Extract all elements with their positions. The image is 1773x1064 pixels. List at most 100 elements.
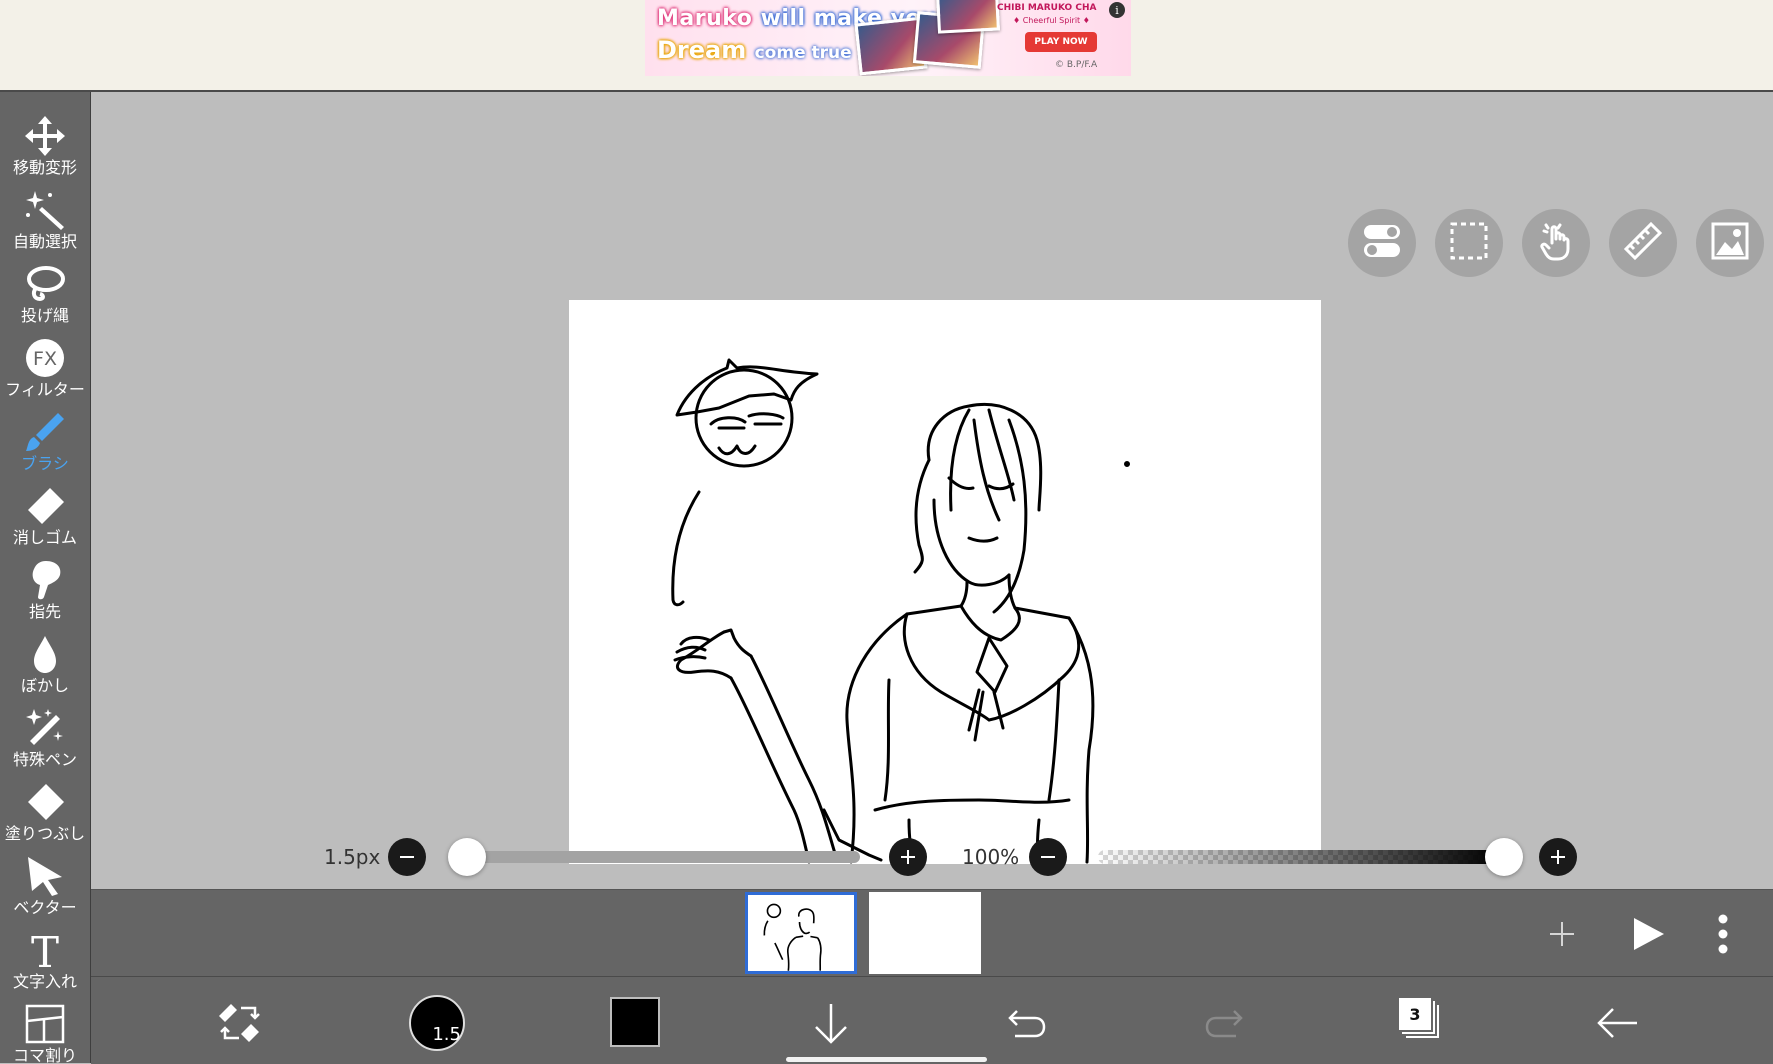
tool-lasso[interactable]: 投げ縄 [0, 262, 90, 336]
opacity-slider[interactable] [1098, 850, 1500, 864]
tool-label: フィルター [5, 380, 85, 399]
ad-banner[interactable]: Maruko will make your Dream come true ! … [645, 0, 1131, 76]
svg-text:FX: FX [33, 348, 57, 370]
save-down-button[interactable] [808, 999, 854, 1047]
selection-button[interactable] [1435, 209, 1503, 277]
tool-special-pen[interactable]: 特殊ペン [0, 706, 90, 780]
tool-sidebar: 移動変形 自動選択 投げ縄 FX フィルター ブラシ 消しゴム 指先 ぼかし 特… [0, 92, 91, 1063]
opacity-increase-button[interactable] [1539, 838, 1577, 876]
tool-filter[interactable]: FX フィルター [0, 336, 90, 410]
brush-size-increase-button[interactable] [889, 838, 927, 876]
brush-size-preview-button[interactable]: 1.5 [409, 995, 465, 1051]
gesture-button[interactable] [1522, 209, 1590, 277]
brush-size-slider[interactable] [464, 851, 860, 863]
image-menu-button[interactable] [1696, 209, 1764, 277]
tool-label: ぼかし [20, 676, 69, 695]
tool-move-transform[interactable]: 移動変形 [0, 114, 90, 188]
minus-icon [1041, 856, 1055, 858]
more-vertical-icon [1718, 914, 1728, 954]
text-icon: T [22, 928, 68, 972]
play-animation-button[interactable] [1623, 910, 1673, 958]
move-transform-icon [22, 114, 68, 158]
frames-more-button[interactable] [1708, 910, 1738, 958]
finger-smudge-icon [22, 558, 68, 602]
ad-info-icon[interactable]: i [1109, 2, 1125, 18]
tool-label: 投げ縄 [20, 306, 69, 325]
opacity-decrease-button[interactable] [1029, 838, 1067, 876]
tool-label: ベクター [13, 898, 77, 917]
tool-blur[interactable]: ぼかし [0, 632, 90, 706]
minus-icon [400, 856, 414, 858]
special-pen-icon [22, 706, 68, 750]
workspace[interactable] [91, 92, 1773, 888]
blur-drop-icon [22, 632, 68, 676]
ruler-icon [1623, 221, 1663, 265]
toggle-switch-icon [1362, 223, 1402, 263]
ad-photo-3 [935, 0, 1001, 34]
fx-filter-icon: FX [22, 336, 68, 380]
ad-text-come-true: come true ! [754, 43, 866, 63]
back-button[interactable] [1595, 1001, 1641, 1045]
eraser-icon [22, 484, 68, 528]
color-picker-button[interactable] [610, 997, 660, 1047]
current-color-swatch [612, 999, 658, 1045]
tool-panel-divide[interactable]: コマ割り [0, 1002, 90, 1063]
opacity-label: 100% [962, 845, 1020, 869]
tool-text[interactable]: T 文字入れ [0, 928, 90, 1002]
ad-copyright: © B.P/F.A [1055, 60, 1098, 70]
brush-swap-button[interactable] [216, 999, 264, 1047]
frame-thumbnail-2[interactable] [869, 892, 981, 974]
frame-thumbnail-1[interactable] [745, 892, 857, 974]
tool-label: コマ割り [12, 1046, 77, 1063]
ad-text-dream: Dream [657, 36, 747, 64]
ad-text-will: will [760, 6, 806, 31]
tool-auto-select[interactable]: 自動選択 [0, 188, 90, 262]
tool-label: 指先 [28, 602, 61, 621]
play-icon [1634, 918, 1664, 950]
sketch-artwork [671, 358, 1130, 864]
image-icon [1711, 222, 1749, 264]
tool-label: 消しゴム [12, 528, 77, 547]
animation-frames-strip [91, 889, 1773, 976]
plus-icon [1550, 922, 1574, 946]
dashed-selection-icon [1450, 222, 1488, 264]
drawing-canvas[interactable] [569, 300, 1321, 864]
vector-arrow-icon [22, 854, 68, 898]
layers-button[interactable]: 3 [1398, 997, 1444, 1045]
tool-label: 文字入れ [12, 972, 77, 991]
ad-subline: Dream come true ! [657, 36, 865, 64]
fill-bucket-icon [22, 780, 68, 824]
ruler-button[interactable] [1609, 209, 1677, 277]
brush-size-decrease-button[interactable] [388, 838, 426, 876]
home-indicator [786, 1057, 987, 1062]
undo-button[interactable] [1004, 1001, 1050, 1045]
layer-toggle-button[interactable] [1348, 209, 1416, 277]
tool-eraser[interactable]: 消しゴム [0, 484, 90, 558]
layers-count: 3 [1409, 1005, 1421, 1024]
ad-play-now-button[interactable]: PLAY NOW [1025, 32, 1097, 52]
ad-banner-bar: Maruko will make your Dream come true ! … [0, 0, 1773, 92]
plus-icon [901, 850, 915, 864]
tool-label: 移動変形 [12, 158, 77, 177]
tool-brush[interactable]: ブラシ [0, 410, 90, 484]
undo-icon [1008, 1010, 1046, 1038]
tool-label: ブラシ [21, 454, 69, 473]
ad-game-title: CHIBI MARUKO CHA [997, 3, 1097, 13]
redo-icon [1205, 1010, 1243, 1038]
hand-touch-icon [1536, 221, 1576, 265]
tool-label: 自動選択 [12, 232, 77, 251]
swap-pen-eraser-icon [219, 1004, 260, 1042]
tool-vector[interactable]: ベクター [0, 854, 90, 928]
add-frame-button[interactable] [1540, 912, 1584, 956]
tool-finger[interactable]: 指先 [0, 558, 90, 632]
ad-text-maruko: Maruko [657, 6, 753, 31]
tool-label: 塗りつぶし [4, 824, 86, 843]
magic-wand-icon [22, 188, 68, 232]
panel-divide-icon [22, 1002, 68, 1046]
opacity-slider-thumb[interactable] [1485, 838, 1523, 876]
brush-size-slider-thumb[interactable] [448, 838, 486, 876]
frame-1-preview [763, 903, 822, 971]
lasso-icon [22, 262, 68, 306]
redo-button[interactable] [1201, 1001, 1247, 1045]
tool-fill[interactable]: 塗りつぶし [0, 780, 90, 854]
